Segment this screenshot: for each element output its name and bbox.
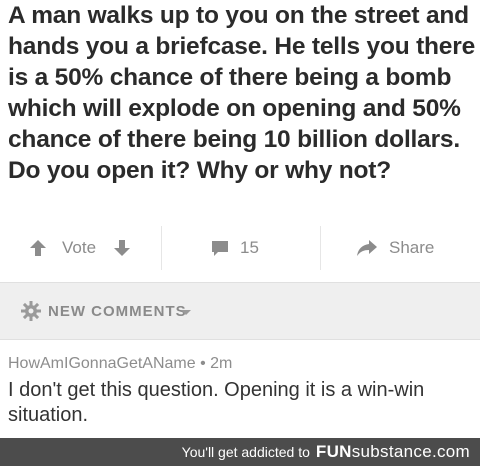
arrow-down-icon (114, 240, 130, 256)
comment-icon (212, 241, 228, 256)
gear-icon (21, 301, 41, 321)
footer-brand: FUNsubstance.com (316, 442, 470, 462)
brand-rest: substance.com (351, 442, 470, 461)
share-arrow-icon (357, 240, 377, 256)
new-comments-header[interactable]: NEW COMMENTS (0, 282, 480, 340)
arrow-up-icon (30, 240, 46, 256)
brand-bold: FUN (315, 442, 352, 461)
comment-meta: HowAmIGonnaGetAName • 2m (8, 355, 233, 372)
upvote-button[interactable] (28, 226, 48, 270)
share-button[interactable] (356, 226, 378, 270)
downvote-button[interactable] (112, 226, 132, 270)
comment-body: I don't get this question. Opening it is… (8, 379, 425, 426)
share-label: Share (389, 238, 435, 257)
vote-label: Vote (62, 238, 97, 257)
divider (161, 226, 162, 270)
footer-tagline: You'll get addicted to (181, 444, 310, 460)
comment-item: HowAmIGonnaGetAName • 2m I don't get thi… (8, 354, 478, 428)
comment-count: 15 (240, 238, 259, 257)
divider (320, 226, 321, 270)
comments-button[interactable] (210, 226, 230, 270)
watermark-footer: You'll get addicted to FUNsubstance.com (0, 438, 480, 466)
new-comments-title: NEW COMMENTS (48, 303, 187, 320)
question-text: A man walks up to you on the street and … (8, 2, 475, 184)
chevron-down-icon[interactable] (180, 309, 192, 317)
action-bar: Vote 15 Share (0, 226, 480, 270)
